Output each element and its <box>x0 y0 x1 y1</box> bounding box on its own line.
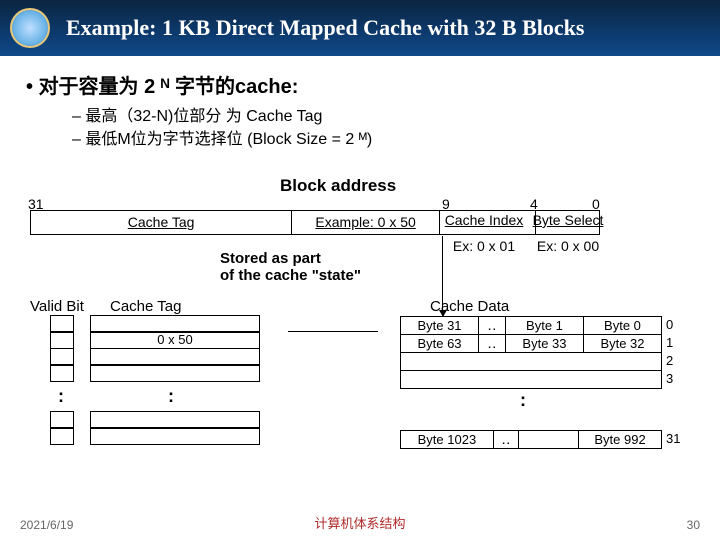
cache-data-col-label: Cache Data <box>430 298 509 315</box>
block-address-label: Block address <box>280 176 396 196</box>
footer-subject: 计算机体系结构 <box>0 513 720 532</box>
cache-index-label: Cache Index <box>434 212 534 228</box>
cache-diagram: Block address 31 9 4 0 Cache Tag Example… <box>30 176 690 506</box>
valid-column <box>50 316 74 382</box>
slide-title: Example: 1 KB Direct Mapped Cache with 3… <box>66 15 584 41</box>
sub-bullets: 最高（32-N)位部分 为 Cache Tag 最低M位为字节选择位 (Bloc… <box>72 105 694 151</box>
footer-page-number: 30 <box>687 518 700 532</box>
sub-bullet-2: 最低M位为字节选择位 (Block Size = 2 ᴹ) <box>72 128 694 151</box>
table-row: Byte 31 ‥ Byte 1 Byte 0 <box>401 317 662 335</box>
cache-data-table-last: Byte 1023 ‥ Byte 992 <box>400 430 662 449</box>
table-row: Byte 1023 ‥ Byte 992 <box>401 431 662 449</box>
university-logo-icon <box>10 8 50 48</box>
vdots-tag: : <box>168 386 174 407</box>
byte-select-example: Ex: 0 x 00 <box>528 238 608 254</box>
table-row: Byte 63 ‥ Byte 33 Byte 32 <box>401 335 662 353</box>
row-number-last: 31 <box>666 430 680 448</box>
bar-cache-tag: Cache Tag <box>31 211 292 234</box>
arrow-left-icon <box>288 331 378 332</box>
tag-column-bottom <box>90 412 260 445</box>
slide-content: 对于容量为 2 ᴺ 字节的cache: 最高（32-N)位部分 为 Cache … <box>0 56 720 151</box>
tag-column: 0 x 50 <box>90 316 260 382</box>
bar-example: Example: 0 x 50 <box>292 211 440 234</box>
table-row <box>401 353 662 371</box>
main-bullet: 对于容量为 2 ᴺ 字节的cache: <box>26 70 694 99</box>
vdots-data: : <box>520 390 526 411</box>
byte-select-label: Byte Select <box>528 212 608 228</box>
row-numbers: 0 1 2 3 <box>666 316 673 388</box>
vdots-valid: : <box>58 386 64 407</box>
slide-header: Example: 1 KB Direct Mapped Cache with 3… <box>0 0 720 56</box>
tag-value: 0 x 50 <box>90 331 260 349</box>
table-row <box>401 371 662 389</box>
stored-label: Stored as part of the cache "state" <box>220 250 361 284</box>
valid-column-bottom <box>50 412 74 445</box>
valid-bit-label: Valid Bit <box>30 298 84 315</box>
sub-bullet-1: 最高（32-N)位部分 为 Cache Tag <box>72 105 694 128</box>
cache-index-example: Ex: 0 x 01 <box>434 238 534 254</box>
cache-tag-col-label: Cache Tag <box>110 298 181 315</box>
cache-data-table: Byte 31 ‥ Byte 1 Byte 0 Byte 63 ‥ Byte 3… <box>400 316 662 389</box>
